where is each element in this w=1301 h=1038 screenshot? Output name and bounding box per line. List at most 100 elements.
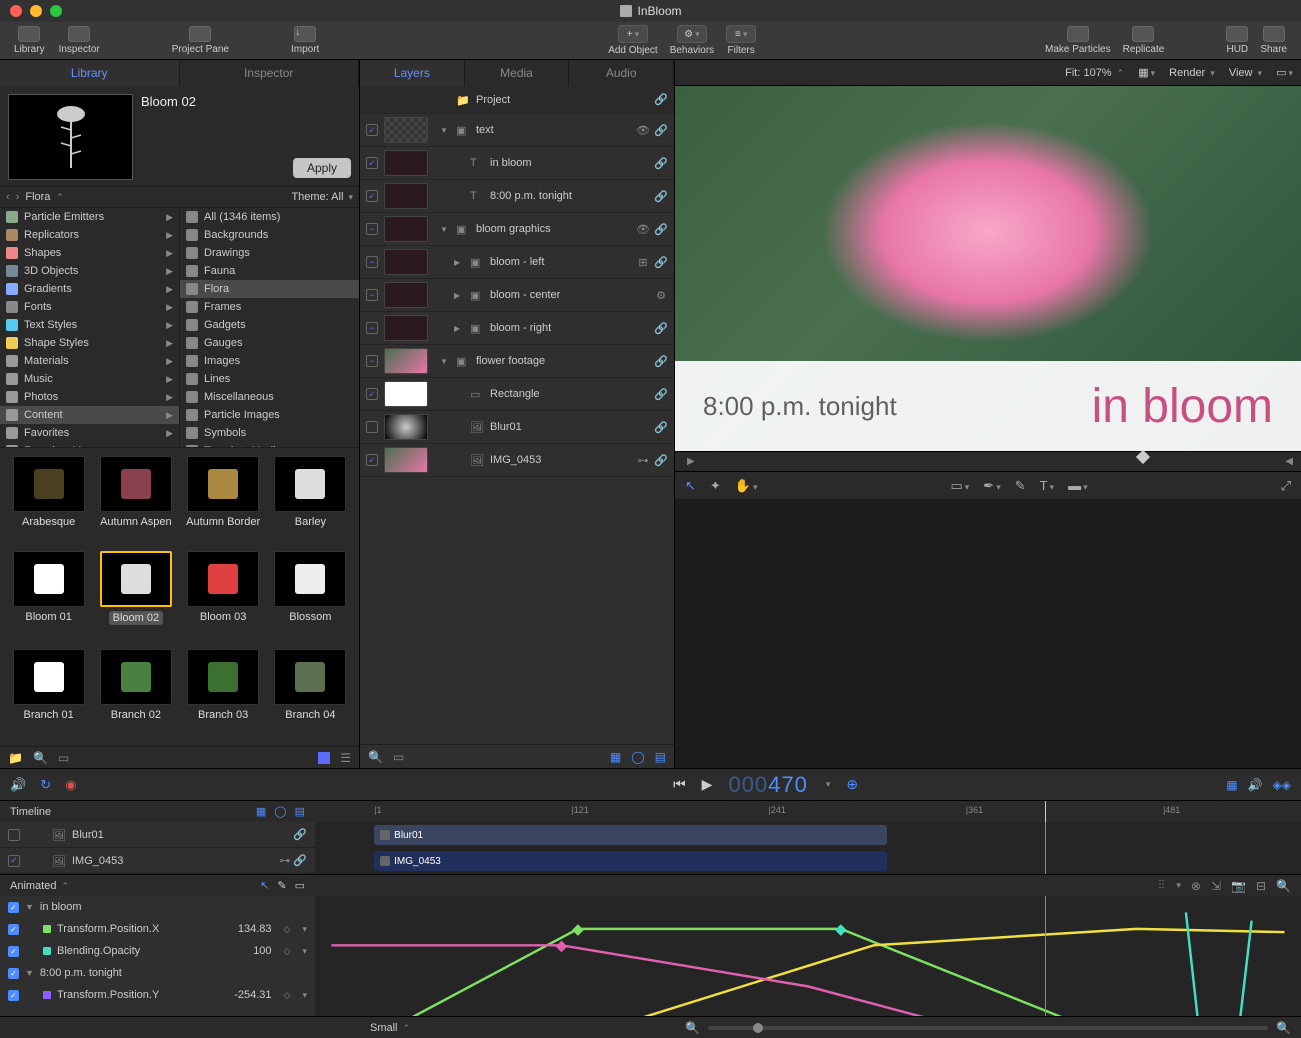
kf-checkbox[interactable]: ✓ — [8, 990, 19, 1001]
asset-thumbnail[interactable]: Autumn Border — [183, 456, 264, 545]
kf-param-row[interactable]: ✓Blending.Opacity100◇▾ — [0, 940, 315, 962]
render-dropdown[interactable]: Render ▾ — [1169, 67, 1215, 79]
share-button[interactable]: Share — [1254, 26, 1293, 55]
asset-thumbnail[interactable]: Branch 02 — [95, 649, 176, 738]
asset-thumbnail[interactable]: Bloom 02 — [95, 551, 176, 642]
subcategory-item[interactable]: Drawings — [180, 244, 359, 262]
layer-action-view[interactable]: 👁 — [636, 223, 650, 236]
timeline-ruler[interactable]: |1|121|241|361|481 — [315, 801, 1301, 822]
disclosure-icon[interactable]: ▼ — [440, 357, 450, 366]
in-point-marker[interactable]: ▶ — [687, 456, 695, 467]
layer-row[interactable]: ✓T8:00 p.m. tonight🔗 — [360, 180, 674, 213]
layer-row[interactable]: −▶▣bloom - right🔗 — [360, 312, 674, 345]
category-item[interactable]: Favorites Menu▶ — [0, 442, 179, 447]
tl-behavior-icon[interactable]: ◯ — [274, 805, 286, 818]
breadcrumb-path[interactable]: Flora ⌃ — [25, 191, 64, 203]
layer-search-icon[interactable]: 🔍 — [368, 750, 383, 764]
arrow-tool[interactable]: ↖ — [685, 478, 696, 494]
layout-dropdown[interactable]: ▭▾ — [1276, 66, 1293, 79]
layer-action-chain[interactable]: ⊶ — [636, 454, 650, 467]
behavior-icon[interactable]: ◯ — [631, 750, 644, 764]
row-size-dropdown[interactable]: Small ⌃ — [370, 1022, 410, 1034]
layer-visibility-checkbox[interactable]: ✓ — [366, 157, 378, 169]
disclosure-icon[interactable]: ▼ — [440, 126, 450, 135]
layer-action-view[interactable]: 👁 — [636, 124, 650, 137]
mask-icon[interactable]: ▦ — [610, 750, 621, 764]
record-button[interactable]: ◉ — [65, 777, 76, 793]
subcategory-item[interactable]: Gauges — [180, 334, 359, 352]
layer-row[interactable]: −▶▣bloom - center⚙ — [360, 279, 674, 312]
asset-thumbnail[interactable]: Bloom 03 — [183, 551, 264, 642]
kf-audio-dropdown[interactable]: ▾ — [1176, 880, 1181, 891]
kf-snapshot-icon[interactable]: 📷 — [1231, 879, 1246, 893]
apply-button[interactable]: Apply — [293, 158, 351, 178]
subcategory-item[interactable]: Gadgets — [180, 316, 359, 334]
timeline-playhead[interactable] — [1045, 801, 1046, 822]
loop-toggle[interactable]: ↻ — [40, 777, 51, 793]
zoom-out-icon[interactable]: 🔍 — [685, 1021, 700, 1035]
kf-param-row[interactable]: ✓Transform.Position.X134.83◇▾ — [0, 918, 315, 940]
layer-action-link[interactable]: 🔗 — [654, 355, 668, 368]
expand-tool[interactable]: ⤢ — [1281, 478, 1291, 494]
add-object-button[interactable]: +▾Add Object — [602, 25, 663, 56]
timeline-clip[interactable]: IMG_0453 — [374, 851, 887, 871]
list-view-icon[interactable]: ☰ — [340, 751, 351, 765]
track-checkbox[interactable] — [8, 829, 20, 841]
theme-dropdown[interactable]: Theme: All ▾ — [291, 191, 353, 203]
kf-pen-tool[interactable]: ✎ — [277, 879, 286, 892]
subcategory-item[interactable]: Backgrounds — [180, 226, 359, 244]
subcategory-item[interactable]: Symbols — [180, 424, 359, 442]
layer-action-link[interactable]: 🔗 — [654, 190, 668, 203]
import-button[interactable]: ↓Import — [285, 26, 325, 55]
layer-row[interactable]: 📁Project🔗 — [360, 86, 674, 114]
project-pane-button[interactable]: Project Pane — [166, 26, 235, 55]
mini-timeline[interactable]: ▶ ◀ — [675, 451, 1301, 471]
layer-row[interactable]: ✓Tin bloom🔗 — [360, 147, 674, 180]
keyframe-view-button[interactable]: ◈◈ — [1273, 778, 1291, 792]
kf-group-row[interactable]: ✓▼in bloom — [0, 896, 315, 918]
subcategory-item[interactable]: Lines — [180, 370, 359, 388]
layer-action-gear[interactable]: ⚙ — [654, 289, 668, 302]
layer-row[interactable]: ✓🖼IMG_0453⊶🔗 — [360, 444, 674, 477]
timeline-row-header[interactable]: ✓🖼IMG_0453⊶ 🔗 — [0, 848, 315, 874]
layer-visibility-checkbox[interactable]: − — [366, 223, 378, 235]
inspector-button[interactable]: Inspector — [53, 26, 106, 55]
layer-visibility-checkbox[interactable]: − — [366, 256, 378, 268]
tl-mask-icon[interactable]: ▦ — [256, 805, 266, 818]
asset-thumbnail[interactable]: Branch 01 — [8, 649, 89, 738]
layer-action-link[interactable]: 🔗 — [654, 93, 668, 106]
make-particles-button[interactable]: Make Particles — [1039, 26, 1117, 55]
nav-forward-button[interactable]: › — [16, 191, 20, 203]
layer-row[interactable]: ✓▼▣text👁🔗 — [360, 114, 674, 147]
asset-thumbnail[interactable]: Branch 04 — [270, 649, 351, 738]
layer-row[interactable]: −▼▣flower footage🔗 — [360, 345, 674, 378]
layer-visibility-checkbox[interactable]: ✓ — [366, 388, 378, 400]
timecode-mode-icon[interactable]: ⊕ — [846, 776, 858, 793]
minimize-window-button[interactable] — [30, 5, 42, 17]
category-item[interactable]: Fonts▶ — [0, 298, 179, 316]
color-dropdown[interactable]: ▦▾ — [1138, 66, 1155, 79]
category-item[interactable]: Music▶ — [0, 370, 179, 388]
filters-button[interactable]: ≡▾Filters — [720, 25, 762, 56]
rect-tool[interactable]: ▭▾ — [950, 478, 969, 494]
timecode-dropdown[interactable]: ▾ — [826, 779, 831, 790]
timecode-display[interactable]: 000470 — [728, 772, 807, 798]
keyframe-graph[interactable] — [315, 896, 1301, 1016]
subcategory-item[interactable]: Fauna — [180, 262, 359, 280]
kf-box-tool[interactable]: ▭ — [295, 879, 305, 892]
hand-tool[interactable]: ✋▾ — [735, 478, 758, 494]
subcategory-item[interactable]: Particle Images — [180, 406, 359, 424]
subcategory-item[interactable]: Template Media — [180, 442, 359, 447]
layer-row[interactable]: 🖼Blur01🔗 — [360, 411, 674, 444]
timeline-clip[interactable]: Blur01 — [374, 825, 887, 845]
inspector-tab[interactable]: Inspector — [180, 60, 360, 86]
category-item[interactable]: Photos▶ — [0, 388, 179, 406]
track-checkbox[interactable]: ✓ — [8, 855, 20, 867]
mask-tool[interactable]: ▬▾ — [1068, 478, 1088, 493]
category-item[interactable]: Content▶ — [0, 406, 179, 424]
disclosure-icon[interactable]: ▶ — [454, 324, 464, 333]
disclosure-icon[interactable]: ▶ — [454, 258, 464, 267]
layer-visibility-checkbox[interactable] — [366, 421, 378, 433]
zoom-window-button[interactable] — [50, 5, 62, 17]
subcategory-item[interactable]: All (1346 items) — [180, 208, 359, 226]
